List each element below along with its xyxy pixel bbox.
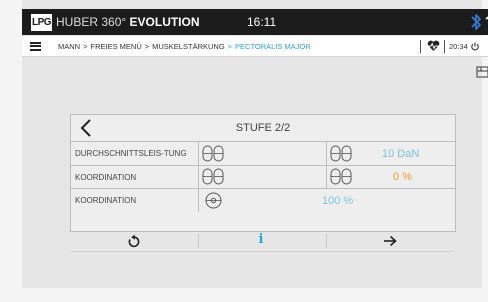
row-value: 100 % — [322, 195, 354, 207]
row-value: 10 DaN — [382, 148, 420, 160]
stage-title: STUFE 2/2 — [235, 122, 291, 134]
row-label: KOORDINATION — [71, 166, 199, 188]
status-time: 20:34 — [449, 41, 468, 51]
breadcrumb-item-mann[interactable]: MANN — [58, 42, 80, 51]
breadcrumb-bar: MANN > FREIES MENÜ > MUSKELSTÄRKUNG > PECTORAL… — [22, 36, 488, 57]
row-label: KOORDINATION — [71, 189, 199, 212]
divider — [420, 39, 421, 53]
action-bar: i — [70, 231, 454, 252]
brand-prefix: HUBER 360° — [56, 15, 127, 29]
divider — [326, 234, 327, 248]
save-icon[interactable] — [476, 66, 488, 78]
breadcrumb: MANN > FREIES MENÜ > MUSKELSTÄRKUNG > PECTORAL… — [58, 41, 311, 51]
panel-header: STUFE 2/2 — [71, 115, 455, 142]
table-row: DURCHSCHNITTSLEIS-TUNG 10 DaN — [71, 142, 455, 166]
heart-monitor-icon[interactable] — [427, 40, 440, 52]
table-row: KOORDINATION 0 % — [71, 166, 455, 189]
breadcrumb-item-freies-menu[interactable]: FREIES MENÜ — [90, 42, 141, 51]
pads-icon — [330, 145, 352, 162]
top-bar: LPG HUBER 360° EVOLUTION 16:11 — [22, 9, 488, 35]
row-value: 0 % — [393, 171, 412, 183]
pads-icon — [202, 168, 224, 185]
nav-status: 20:34 — [420, 36, 479, 56]
breadcrumb-item-active: PECTORALIS MAJOR — [235, 41, 311, 51]
value-cell: 10 DaN — [327, 142, 455, 165]
table-row: KOORDINATION 100 % — [71, 189, 455, 212]
power-icon[interactable] — [471, 42, 479, 51]
stage-panel: STUFE 2/2 DURCHSCHNITTSLEIS-TUNG 10 DaN … — [70, 114, 456, 232]
info-button[interactable]: i — [255, 232, 267, 247]
bottom-frame — [0, 288, 488, 302]
value-cell: 100 % — [199, 189, 455, 212]
value-cell: 0 % — [327, 166, 455, 188]
menu-icon[interactable] — [30, 41, 41, 51]
bluetooth-icon[interactable] — [470, 12, 482, 32]
next-arrow-icon[interactable] — [383, 235, 397, 247]
lpg-logo: LPG — [31, 13, 52, 31]
divider — [444, 39, 445, 53]
breadcrumb-item-muskelstaerkung[interactable]: MUSKELSTÄRKUNG — [152, 42, 225, 51]
brand-title: HUBER 360° EVOLUTION — [56, 15, 200, 29]
clock: 16:11 — [247, 15, 277, 29]
row-label: DURCHSCHNITTSLEIS-TUNG — [71, 142, 199, 165]
pads-cell — [199, 166, 327, 188]
reset-icon[interactable] — [127, 234, 140, 248]
left-frame — [0, 0, 22, 302]
brand-main: EVOLUTION — [129, 15, 200, 29]
pads-icon — [330, 168, 352, 185]
divider — [198, 234, 199, 248]
pads-icon — [202, 145, 224, 162]
pads-cell — [199, 142, 327, 165]
round-pad-icon — [205, 192, 222, 209]
